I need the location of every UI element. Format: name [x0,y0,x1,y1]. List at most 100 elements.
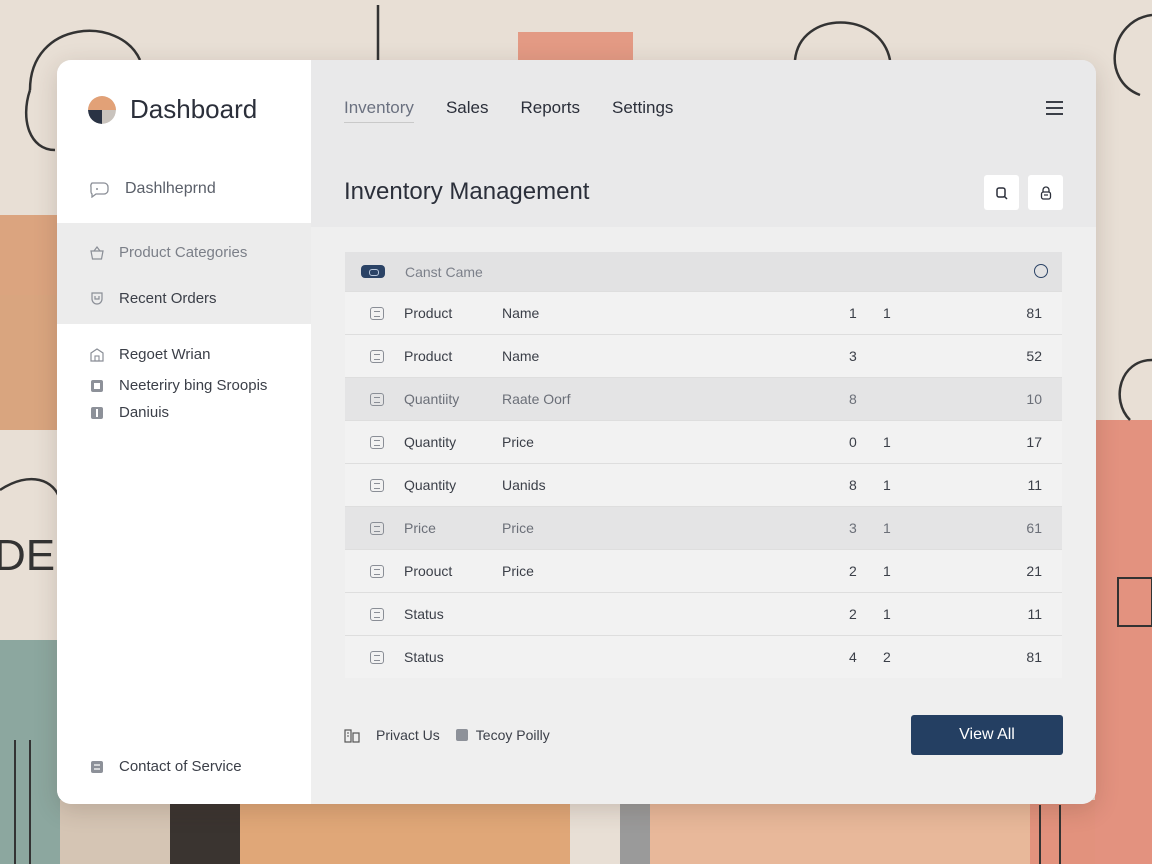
table-row[interactable]: Product Name 3 52 [345,334,1062,377]
view-all-button[interactable]: View All [911,715,1063,755]
table-cell: 8 [849,477,857,493]
row-item-icon [370,521,384,535]
basket-icon [89,245,105,261]
table-header-label: Canst Came [405,263,483,280]
contact-of-service-link[interactable]: Contact of Service [57,758,311,775]
lock-button[interactable] [1028,175,1063,210]
table-cell: 81 [1026,305,1042,321]
row-item-icon [370,392,384,406]
table-cell: 1 [883,520,891,536]
table-cell: Price [502,434,534,450]
toggle-chip-icon[interactable] [361,265,385,278]
row-item-icon [370,435,384,449]
logo-icon [88,95,116,124]
menu-icon[interactable] [1046,101,1063,115]
table-row[interactable]: Quantity Uanids 8 1 11 [345,463,1062,506]
table-cell: 2 [849,606,857,622]
table-row[interactable]: Proouct Price 2 1 21 [345,549,1062,592]
row-item-icon [370,306,384,320]
table-cell: 0 [849,434,857,450]
table-row[interactable]: Quantiity Raate Oorf 8 10 [345,377,1062,420]
row-item-icon [370,349,384,363]
table-row[interactable]: Status 2 1 11 [345,592,1062,635]
sidebar-item-label: Recent Orders [119,290,217,307]
row-item-icon [370,478,384,492]
table-cell: Quantity [404,434,457,450]
building-icon [344,729,360,743]
brand-title: Dashboard [130,94,258,124]
store-icon [89,347,105,363]
search-icon [995,186,1008,200]
chat-icon [89,180,111,198]
row-item-icon [370,650,384,664]
table-cell: Product [404,305,453,321]
table-cell: 11 [1027,606,1042,622]
sidebar-item-daniuis[interactable]: Daniuis [57,404,311,421]
sidebar-item-label: Daniuis [119,404,170,421]
policy-icon [455,729,468,741]
sidebar-item-label: Regoet Wrian [119,346,211,363]
tab-reports[interactable]: Reports [520,98,580,123]
tab-inventory[interactable]: Inventory [344,98,414,123]
brand[interactable]: Dashboard [88,94,257,125]
table-cell: 61 [1026,520,1042,536]
table-cell: Status [404,649,444,665]
table-cell: Name [502,305,540,321]
sort-icon[interactable] [1034,264,1048,278]
sidebar-group [57,223,311,324]
table-cell: 1 [883,477,891,493]
sidebar-item-label: Product Categories [119,244,248,261]
sidebar-item-label: Neeteriry bing Sroopis [119,377,268,394]
policy-link[interactable]: Tecoy Poilly [476,727,550,743]
inventory-table: Canst Came Product Name 1 1 81 Product Name 3 52… [345,252,1062,678]
table-row[interactable]: Price Price 3 1 61 [345,506,1062,549]
table-cell: Name [502,348,540,364]
table-cell: Uanids [502,477,546,493]
table-cell: 1 [883,606,891,622]
table-header: Canst Came [345,252,1062,291]
contact-label: Contact of Service [119,758,242,775]
sidebar-item-neeteriry[interactable]: Neeteriry bing Sroopis [57,377,311,394]
table-cell: 52 [1026,348,1042,364]
table-cell: Raate Oorf [502,391,571,407]
sidebar-item-product-categories[interactable]: Product Categories [57,244,311,261]
table-cell: 3 [849,348,857,364]
table-cell: 17 [1026,434,1042,450]
shield-icon [89,291,105,307]
contact-icon [89,759,105,775]
page-title: Inventory Management [344,178,590,205]
table-cell: Quantiity [404,391,460,407]
main-panel: Inventory Sales Reports Settings Invento… [311,60,1096,804]
table-cell: Proouct [404,563,453,579]
table-cell: Status [404,606,444,622]
table-cell: 81 [1026,649,1042,665]
table-cell: Quantity [404,477,457,493]
table-row[interactable]: Quantity Price 0 1 17 [345,420,1062,463]
search-button[interactable] [984,175,1019,210]
table-cell: 1 [883,305,891,321]
sidebar-item-recent-orders[interactable]: Recent Orders [57,290,311,307]
sidebar: Dashboard Dashlheprnd Product Categories… [57,60,311,804]
table-cell: 1 [883,563,891,579]
table-cell: 3 [849,520,857,536]
table-cell: 2 [883,649,891,665]
top-navigation: Inventory Sales Reports Settings [344,98,705,123]
box-icon [89,378,105,394]
privacy-link[interactable]: Privact Us [376,727,440,743]
tab-sales[interactable]: Sales [446,98,489,123]
tag-icon [89,405,105,421]
table-cell: 8 [849,391,857,407]
tab-settings[interactable]: Settings [612,98,673,123]
table-row[interactable]: Product Name 1 1 81 [345,291,1062,334]
sidebar-item-dashboard[interactable]: Dashlheprnd [57,180,311,198]
table-cell: 1 [883,434,891,450]
table-body: Product Name 1 1 81 Product Name 3 52 Quantiity Ra… [345,291,1062,678]
row-item-icon [370,564,384,578]
table-cell: 2 [849,563,857,579]
table-row[interactable]: Status 4 2 81 [345,635,1062,678]
table-cell: 21 [1026,563,1042,579]
table-cell: Price [502,520,534,536]
lock-icon [1040,185,1051,200]
sidebar-item-regoet-wrian[interactable]: Regoet Wrian [57,346,311,363]
footer-links: Privact Us Tecoy Poilly [344,727,550,743]
